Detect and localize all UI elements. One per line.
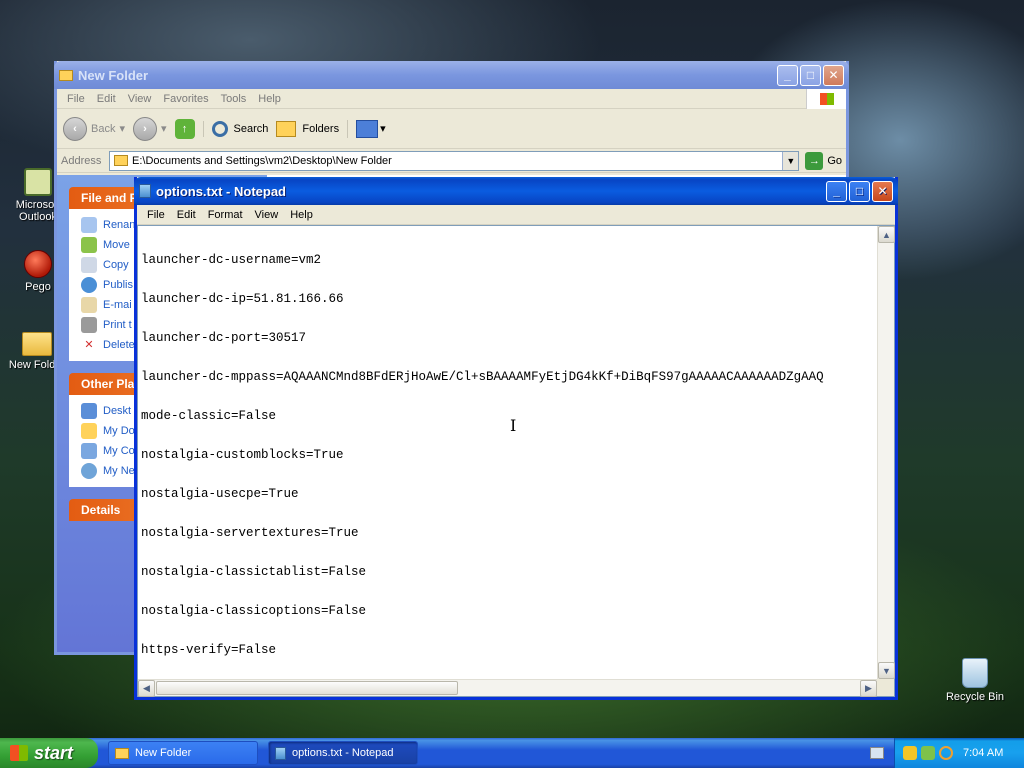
maximize-button[interactable]: □	[849, 180, 870, 202]
explorer-titlebar[interactable]: New Folder _ □ ✕	[54, 61, 849, 89]
desktop-icon-label: Recycle Bin	[945, 691, 1005, 703]
search-icon	[211, 120, 228, 137]
scroll-left-button[interactable]: ◀	[138, 680, 155, 697]
desktop-icon	[81, 403, 97, 419]
menu-help[interactable]: Help	[252, 93, 287, 105]
text-line: nostalgia-servertextures=True	[141, 526, 359, 540]
minimize-button[interactable]: _	[826, 180, 847, 202]
close-button[interactable]: ✕	[872, 180, 893, 202]
address-field[interactable]: E:\Documents and Settings\vm2\Desktop\Ne…	[109, 150, 800, 171]
explorer-menubar: File Edit View Favorites Tools Help	[57, 89, 846, 109]
menu-edit[interactable]: Edit	[91, 93, 122, 105]
folders-button[interactable]: Folders	[276, 120, 339, 137]
notepad-titlebar[interactable]: options.txt - Notepad _ □ ✕	[134, 177, 898, 205]
vertical-scrollbar[interactable]: ▲ ▼	[877, 226, 895, 679]
menu-help[interactable]: Help	[284, 209, 319, 221]
email-icon	[81, 297, 97, 313]
forward-button[interactable]: › ▾	[133, 116, 167, 141]
text-line: mode-classic=False	[141, 409, 277, 423]
search-icon[interactable]	[939, 746, 953, 760]
text-line: launcher-dc-ip=51.81.166.66	[141, 292, 344, 306]
network-icon[interactable]	[921, 746, 935, 760]
maximize-button[interactable]: □	[800, 64, 821, 86]
window-title: New Folder	[78, 67, 149, 83]
up-folder-button[interactable]: ↑	[174, 118, 195, 139]
menu-favorites[interactable]: Favorites	[157, 93, 214, 105]
text-line: nostalgia-usecpe=True	[141, 487, 299, 501]
text-line: nostalgia-classictablist=False	[141, 565, 367, 579]
security-shield-icon[interactable]	[903, 746, 917, 760]
explorer-toolbar: ‹ Back ▾ › ▾ ↑ Search Folders ▾	[57, 109, 846, 149]
minimize-button[interactable]: _	[777, 64, 798, 86]
notepad-menubar: File Edit Format View Help	[137, 205, 895, 225]
folder-icon	[115, 747, 129, 759]
desktop-icon-recycle-bin[interactable]: Recycle Bin	[940, 658, 1010, 703]
menu-view[interactable]: View	[122, 93, 158, 105]
search-button[interactable]: Search	[202, 120, 268, 137]
go-arrow-icon: →	[805, 151, 824, 170]
text-line: launcher-dc-mppass=AQAAANCMnd8BFdERjHoAw…	[141, 370, 824, 384]
copy-icon	[81, 257, 97, 273]
network-icon	[81, 463, 97, 479]
address-bar: Address E:\Documents and Settings\vm2\De…	[57, 149, 846, 173]
taskbar-item-new-folder[interactable]: New Folder	[108, 741, 258, 765]
menu-format[interactable]: Format	[202, 209, 249, 221]
menu-edit[interactable]: Edit	[171, 209, 202, 221]
folders-icon	[276, 120, 297, 137]
address-dropdown-button[interactable]: ▼	[782, 151, 799, 170]
computer-icon	[81, 443, 97, 459]
up-folder-icon: ↑	[174, 118, 195, 139]
views-icon	[356, 119, 379, 138]
rename-icon	[81, 217, 97, 233]
text-line: launcher-dc-port=30517	[141, 331, 307, 345]
keyboard-icon[interactable]	[870, 747, 884, 759]
globe-icon	[81, 277, 97, 293]
back-button[interactable]: ‹ Back ▾	[63, 116, 125, 141]
start-button[interactable]: start	[0, 738, 98, 768]
horizontal-scroll-thumb[interactable]	[156, 681, 458, 695]
text-line: nostalgia-customblocks=True	[141, 448, 344, 462]
delete-icon: ✕	[84, 339, 94, 351]
folder-icon	[59, 69, 73, 81]
menu-view[interactable]: View	[249, 209, 285, 221]
scroll-right-button[interactable]: ▶	[860, 680, 877, 697]
forward-arrow-icon: ›	[133, 116, 157, 141]
ibeam-cursor-icon: I	[510, 416, 517, 435]
windows-flag-icon	[10, 745, 28, 761]
menu-file[interactable]: File	[141, 209, 171, 221]
address-label: Address	[61, 154, 102, 167]
notepad-icon	[139, 184, 151, 198]
notepad-icon	[275, 746, 286, 760]
folder-icon	[22, 332, 52, 356]
back-arrow-icon: ‹	[63, 116, 87, 141]
menu-tools[interactable]: Tools	[215, 93, 253, 105]
window-title: options.txt - Notepad	[156, 183, 286, 199]
views-button[interactable]: ▾	[347, 119, 386, 138]
taskbar-item-notepad[interactable]: options.txt - Notepad	[268, 741, 418, 765]
scroll-up-button[interactable]: ▲	[878, 226, 895, 243]
outlook-icon	[24, 168, 52, 196]
windows-logo-icon	[806, 89, 846, 109]
recycle-bin-icon	[962, 658, 988, 688]
text-line: nostalgia-classicoptions=False	[141, 604, 367, 618]
notepad-text-area[interactable]: launcher-dc-username=vm2 launcher-dc-ip=…	[137, 225, 895, 697]
scroll-down-button[interactable]: ▼	[878, 662, 895, 679]
notepad-text: launcher-dc-username=vm2 launcher-dc-ip=…	[141, 228, 874, 676]
horizontal-scrollbar[interactable]: ◀ ▶	[138, 679, 877, 697]
go-button[interactable]: → Go	[805, 151, 842, 170]
notepad-window: options.txt - Notepad _ □ ✕ File Edit Fo…	[134, 177, 898, 700]
scroll-corner	[877, 679, 894, 696]
text-line: launcher-dc-username=vm2	[141, 253, 322, 267]
close-button[interactable]: ✕	[823, 64, 844, 86]
documents-icon	[81, 423, 97, 439]
pego-icon	[24, 250, 52, 278]
taskbar: start New Folder options.txt - Notepad 7…	[0, 738, 1024, 768]
menu-file[interactable]: File	[61, 93, 91, 105]
folder-icon	[114, 155, 128, 166]
text-line: https-verify=False	[141, 643, 277, 657]
move-icon	[81, 237, 97, 253]
printer-icon	[81, 317, 97, 333]
clock[interactable]: 7:04 AM	[963, 747, 1003, 759]
system-tray: 7:04 AM	[894, 738, 1024, 768]
